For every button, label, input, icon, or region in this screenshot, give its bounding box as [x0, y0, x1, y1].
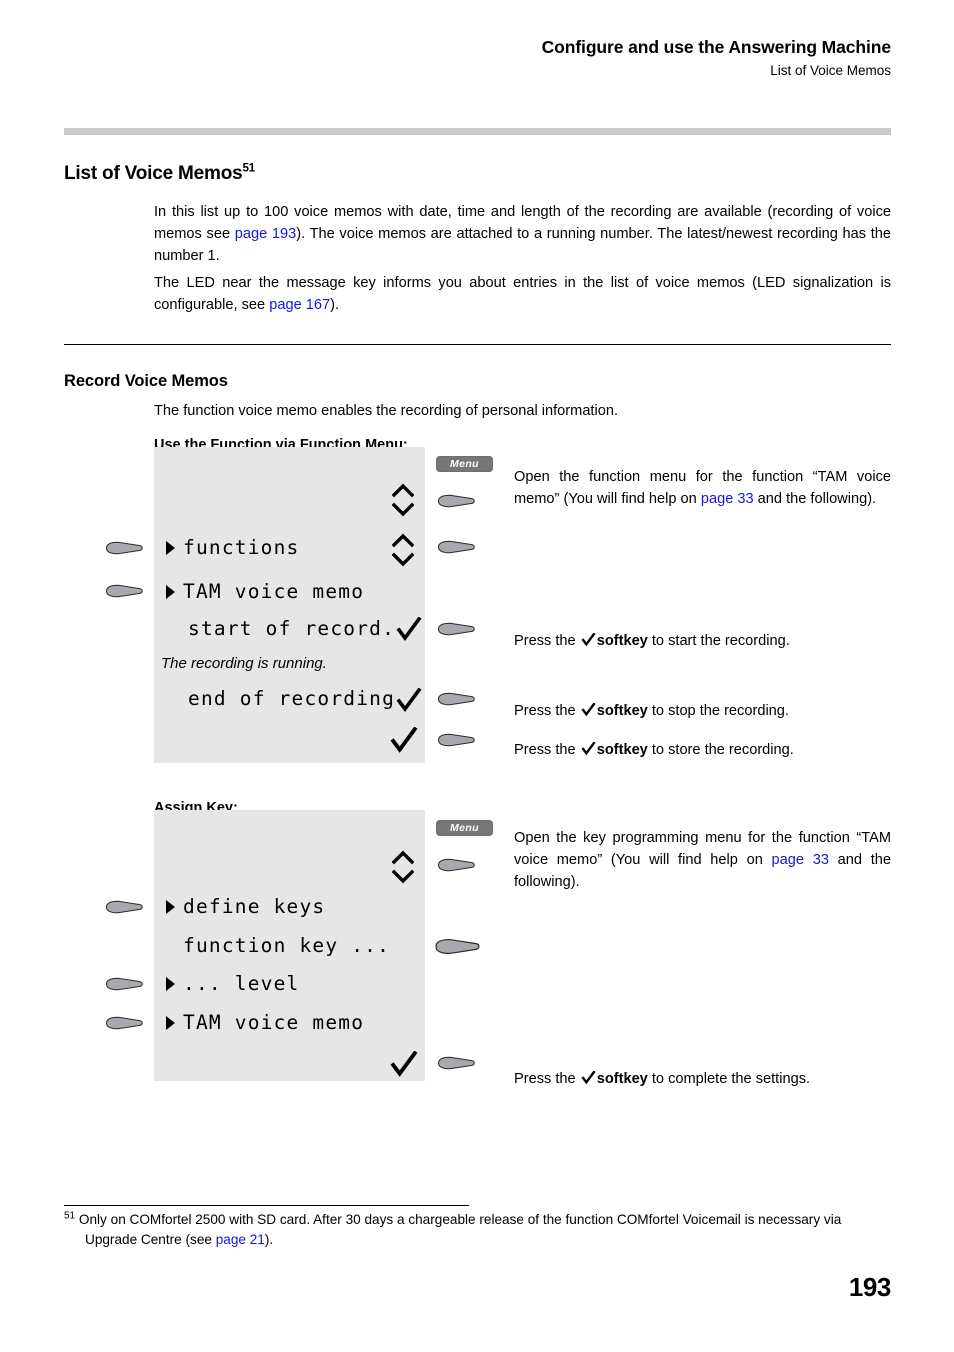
check-icon-inline-2 [581, 702, 596, 716]
check-icon-inline-1 [581, 632, 596, 646]
lcd-item-tam-voice-memo-2: TAM voice memo [183, 1011, 365, 1034]
page-header: Configure and use the Answering Machine … [64, 36, 891, 81]
scroll-up-down-icon [392, 483, 414, 517]
scroll-up-down-icon-2 [392, 533, 414, 567]
link-page-33-b[interactable]: page 33 [772, 852, 829, 868]
lcd-status-recording-running: The recording is running. [161, 655, 327, 672]
instruction-start-recording: Press the softkey to start the recording… [514, 630, 891, 652]
check-icon-lcd-2 [396, 688, 422, 714]
header-title: Configure and use the Answering Machine [541, 37, 891, 57]
footnote-part-a: Only on COMfortel 2500 with SD card. Aft… [78, 1212, 842, 1247]
instruction-2-part-b: to start the recording. [647, 632, 790, 649]
instruction-stop-recording: Press the softkey to stop the recording. [514, 700, 891, 722]
lcd-bullet-triangle-icon-3 [166, 900, 175, 914]
header-divider [64, 128, 891, 135]
softkey-right-5[interactable] [436, 733, 476, 747]
lcd-item-tam-voice-memo: TAM voice memo [183, 580, 365, 603]
section-divider-record [64, 344, 891, 346]
instruction-open-key-programming: Open the key programming menu for the fu… [514, 827, 891, 893]
paragraph-led-part-a: The LED near the message key informs you… [154, 274, 891, 313]
footnote-marker: 51 [64, 1210, 76, 1222]
softkey-right-2[interactable] [436, 540, 476, 554]
paragraph-led: The LED near the message key informs you… [154, 272, 891, 316]
footnote: 51 Only on COMfortel 2500 with SD card. … [64, 1210, 891, 1250]
check-icon-inline-3 [581, 741, 596, 755]
menu-key-button-2[interactable]: Menu [436, 820, 493, 836]
softkey-right-1[interactable] [436, 494, 476, 508]
section-heading-record-voice-memos: Record Voice Memos [64, 371, 228, 390]
instruction-6-part-a: Press the [514, 1070, 580, 1087]
page-title-text: List of Voice Memos [64, 162, 243, 184]
page-title-footnote-marker: 51 [242, 162, 256, 175]
instruction-1-part-b: and the following). [753, 490, 877, 507]
lcd-item-function-key: function key ... [183, 934, 391, 957]
page-title: List of Voice Memos51 [64, 163, 255, 185]
paragraph-intro: In this list up to 100 voice memos with … [154, 201, 891, 267]
lcd-screen-function-menu [154, 447, 425, 763]
check-icon-lcd-4 [390, 1051, 418, 1079]
instruction-2-part-a: Press the [514, 632, 580, 649]
paragraph-led-part-b: ). [330, 296, 340, 313]
softkey-left-5[interactable] [104, 1016, 144, 1030]
lcd-item-level: ... level [183, 972, 300, 995]
softkey-right-3[interactable] [436, 622, 476, 636]
softkey-right-8[interactable] [436, 1056, 476, 1070]
lcd-item-end-of-recording: end of recording [188, 687, 396, 710]
softkey-right-7[interactable] [433, 938, 481, 955]
instruction-4-part-b: to store the recording. [647, 741, 794, 758]
check-icon-lcd-1 [396, 617, 422, 643]
instruction-complete-settings: Press the softkey to complete the settin… [514, 1068, 891, 1090]
check-icon-inline-4 [581, 1070, 596, 1084]
instruction-4-part-a: Press the [514, 741, 580, 758]
instruction-6-bold: softkey [596, 1070, 648, 1087]
footnote-divider [64, 1205, 469, 1207]
paragraph-record-intro: The function voice memo enables the reco… [154, 402, 619, 419]
instruction-4-bold: softkey [596, 741, 648, 758]
lcd-bullet-triangle-icon-2 [166, 585, 175, 599]
instruction-3-part-b: to stop the recording. [647, 702, 789, 719]
instruction-3-part-a: Press the [514, 702, 580, 719]
softkey-left-1[interactable] [104, 541, 144, 555]
lcd-bullet-triangle-icon-1 [166, 541, 175, 555]
softkey-left-3[interactable] [104, 900, 144, 914]
footnote-part-b: ). [264, 1232, 274, 1247]
lcd-bullet-triangle-icon-5 [166, 1016, 175, 1030]
scroll-up-down-icon-3 [392, 850, 414, 884]
link-page-33-a[interactable]: page 33 [701, 491, 754, 507]
lcd-item-start-of-record: start of record. [188, 617, 396, 640]
instruction-6-part-b: to complete the settings. [647, 1070, 811, 1087]
instruction-2-bold: softkey [596, 632, 648, 649]
page-number: 193 [848, 1272, 892, 1302]
menu-key-button-1[interactable]: Menu [436, 456, 493, 472]
lcd-item-functions: functions [183, 536, 300, 559]
instruction-open-function-menu: Open the function menu for the function … [514, 466, 891, 510]
softkey-right-6[interactable] [436, 858, 476, 872]
softkey-left-2[interactable] [104, 584, 144, 598]
lcd-bullet-triangle-icon-4 [166, 977, 175, 991]
link-page-193[interactable]: page 193 [235, 226, 297, 242]
link-page-167[interactable]: page 167 [269, 297, 330, 313]
softkey-right-4[interactable] [436, 692, 476, 706]
softkey-left-4[interactable] [104, 977, 144, 991]
lcd-item-define-keys: define keys [183, 895, 326, 918]
check-icon-lcd-3 [390, 727, 418, 755]
header-subtitle: List of Voice Memos [770, 63, 891, 78]
instruction-3-bold: softkey [596, 702, 648, 719]
instruction-store-recording: Press the softkey to store the recording… [514, 739, 891, 761]
link-page-21[interactable]: page 21 [216, 1232, 265, 1247]
